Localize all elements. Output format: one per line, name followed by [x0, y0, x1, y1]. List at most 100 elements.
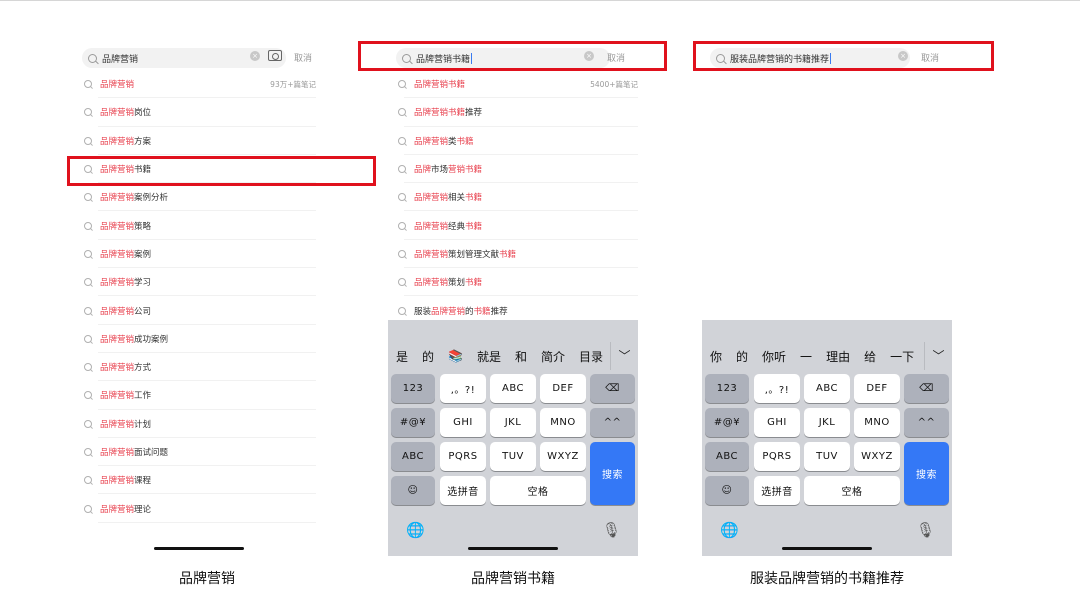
suggestion-item[interactable]: 品牌营销 课程: [82, 466, 316, 495]
search-icon: [398, 221, 406, 230]
wxyz-key[interactable]: WXYZ: [854, 442, 900, 471]
tuv-key[interactable]: TUV: [804, 442, 850, 471]
search-icon: [398, 193, 406, 202]
suggestion-item[interactable]: 品牌营销 工作: [82, 381, 316, 410]
suggestion-keyword: 品牌营销: [100, 363, 135, 374]
search-key[interactable]: 搜索: [904, 442, 949, 505]
suggestion-item[interactable]: 品牌营销 策划 书籍: [388, 268, 638, 297]
suggestion-item[interactable]: 品牌营销 方式: [82, 353, 316, 382]
suggestion-item[interactable]: 品牌营销 93万+篇笔记: [82, 70, 316, 99]
backspace-icon[interactable]: ⌫: [904, 374, 949, 403]
kaomoji-key[interactable]: ^^: [590, 408, 635, 437]
suggestion-item[interactable]: 品牌营销 经典 书籍: [388, 211, 638, 241]
books-emoji-candidate[interactable]: 📚: [448, 349, 463, 363]
punctuation-key[interactable]: ,。?!: [440, 374, 486, 403]
suggestion-keyword: 品牌营销: [100, 504, 135, 515]
suggestion-item[interactable]: 品牌营销 公司: [82, 296, 316, 325]
search-icon: [398, 306, 406, 315]
candidate[interactable]: 是: [396, 348, 408, 365]
suggestion-item[interactable]: 品牌营销书籍 5400+篇笔记: [388, 70, 638, 99]
wxyz-key[interactable]: WXYZ: [540, 442, 586, 471]
numbers-key[interactable]: 123: [391, 374, 435, 403]
suggestion-item[interactable]: 品牌 市场 营销书籍: [388, 155, 638, 184]
candidate[interactable]: 一: [800, 348, 812, 365]
candidate[interactable]: 你: [710, 348, 722, 365]
suggestion-item[interactable]: 品牌营销 岗位: [82, 98, 316, 127]
suggestion-item[interactable]: 品牌营销 案例: [82, 240, 316, 269]
candidate[interactable]: 目录: [579, 348, 603, 365]
search-icon: [84, 448, 92, 456]
mno-key[interactable]: MNO: [540, 408, 586, 437]
microphone-icon[interactable]: 🎙: [916, 521, 935, 539]
suggestion-item[interactable]: 品牌营销 理论: [82, 494, 316, 524]
numbers-key[interactable]: 123: [705, 374, 749, 403]
note-count: 93万+篇笔记: [270, 79, 316, 89]
search-icon: [84, 108, 92, 117]
jkl-key[interactable]: JKL: [490, 408, 536, 437]
chevron-down-icon[interactable]: ﹀: [924, 342, 952, 370]
abc-key[interactable]: ABC: [804, 374, 850, 403]
candidate[interactable]: 你听: [762, 348, 786, 365]
abc-mode-key[interactable]: ABC: [705, 442, 749, 471]
candidate[interactable]: 的: [736, 348, 748, 365]
suggestion-item[interactable]: 品牌营销书籍 推荐: [388, 98, 638, 127]
ghi-key[interactable]: GHI: [440, 408, 486, 437]
candidate[interactable]: 简介: [541, 348, 565, 365]
search-input[interactable]: 品牌营销: [102, 52, 138, 65]
suggestion-item[interactable]: 品牌营销 计划: [82, 410, 316, 439]
abc-key[interactable]: ABC: [490, 374, 536, 403]
suggestion-item[interactable]: 品牌营销 成功案例: [82, 325, 316, 354]
space-key[interactable]: 空格: [804, 476, 900, 505]
def-key[interactable]: DEF: [540, 374, 586, 403]
suggestion-item[interactable]: 品牌营销 相关 书籍: [388, 183, 638, 212]
cancel-button[interactable]: 取消: [294, 51, 312, 64]
search-icon: [84, 504, 92, 513]
tuv-key[interactable]: TUV: [490, 442, 536, 471]
camera-icon[interactable]: [268, 50, 282, 61]
candidate[interactable]: 理由: [826, 348, 850, 365]
symbols-key[interactable]: #@¥: [705, 408, 749, 437]
suggestion-keyword: 品牌营销: [100, 136, 135, 147]
ghi-key[interactable]: GHI: [754, 408, 800, 437]
clear-icon[interactable]: ×: [250, 51, 260, 61]
search-icon: [398, 278, 406, 287]
pinyin-key[interactable]: 选拼音: [754, 476, 800, 505]
chevron-down-icon[interactable]: ﹀: [610, 342, 638, 370]
punctuation-key[interactable]: ,。?!: [754, 374, 800, 403]
suggestion-item[interactable]: 品牌营销 方案: [82, 127, 316, 156]
mno-key[interactable]: MNO: [854, 408, 900, 437]
emoji-icon[interactable]: ☺: [705, 476, 749, 505]
abc-mode-key[interactable]: ABC: [391, 442, 435, 471]
jkl-key[interactable]: JKL: [804, 408, 850, 437]
pinyin-key[interactable]: 选拼音: [440, 476, 486, 505]
search-key[interactable]: 搜索: [590, 442, 635, 505]
candidate[interactable]: 的: [422, 348, 434, 365]
suggestion-item[interactable]: 品牌营销 策划管理文献 书籍: [388, 240, 638, 269]
symbols-key[interactable]: #@¥: [391, 408, 435, 437]
def-key[interactable]: DEF: [854, 374, 900, 403]
candidate[interactable]: 给: [864, 348, 876, 365]
suggestion-item[interactable]: 品牌营销 策略: [82, 211, 316, 241]
pqrs-key[interactable]: PQRS: [754, 442, 800, 471]
suggestion-suffix: 工作: [134, 391, 152, 402]
space-key[interactable]: 空格: [490, 476, 586, 505]
microphone-icon[interactable]: 🎙: [602, 521, 621, 539]
backspace-icon[interactable]: ⌫: [590, 374, 635, 403]
globe-icon[interactable]: 🌐: [720, 521, 739, 539]
suggestion-item[interactable]: 品牌营销 学习: [82, 268, 316, 297]
home-indicator: [782, 547, 872, 550]
suggestion-item[interactable]: 品牌营销类书籍: [388, 127, 638, 156]
suggestion-segment: 类: [448, 136, 457, 147]
emoji-icon[interactable]: ☺: [391, 476, 435, 505]
panel-brand-marketing: 品牌营销 × 取消 品牌营销 93万+篇笔记 品牌营销 岗位 品牌营销 方案 品牌营销 书籍品…: [82, 46, 316, 524]
candidate[interactable]: 就是: [477, 348, 501, 365]
candidate[interactable]: 一下: [890, 348, 914, 365]
candidate[interactable]: 和: [515, 348, 527, 365]
suggestion-item[interactable]: 品牌营销 案例分析: [82, 183, 316, 212]
globe-icon[interactable]: 🌐: [406, 521, 425, 539]
suggestion-item[interactable]: 品牌营销 面试问题: [82, 438, 316, 467]
suggestion-keyword: 品牌营销: [100, 306, 135, 317]
kaomoji-key[interactable]: ^^: [904, 408, 949, 437]
pqrs-key[interactable]: PQRS: [440, 442, 486, 471]
search-icon: [84, 391, 92, 400]
